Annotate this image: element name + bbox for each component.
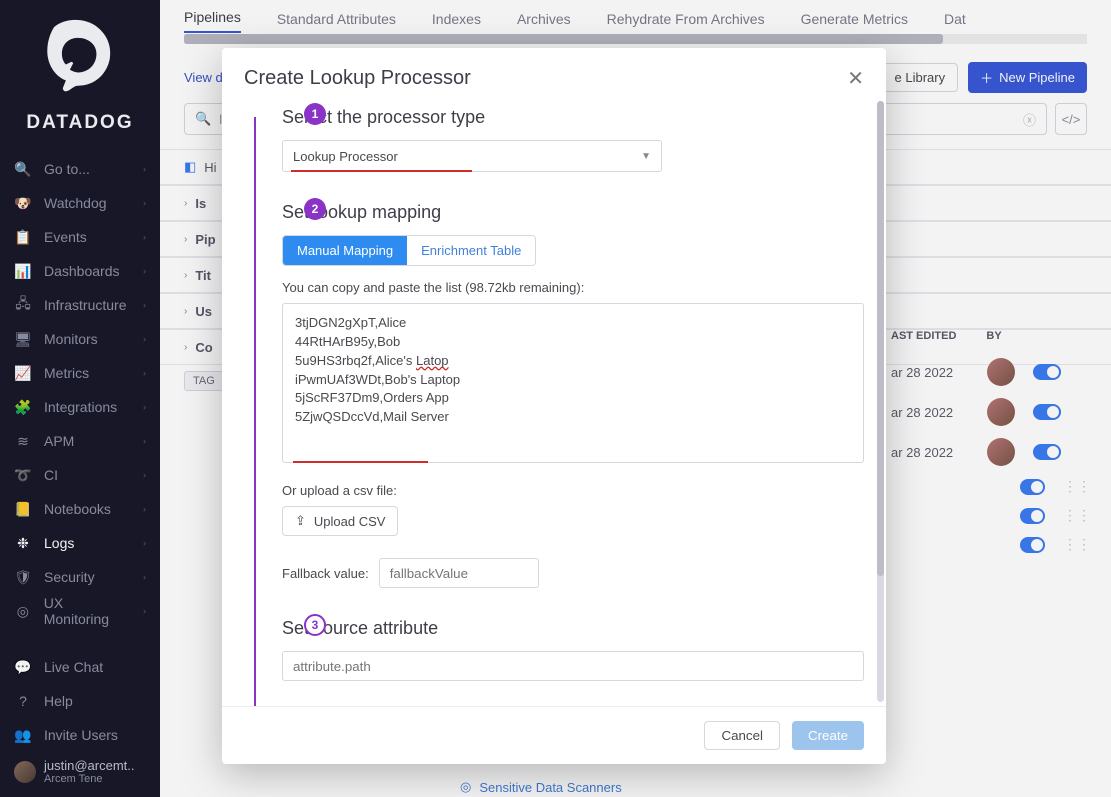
create-lookup-processor-modal: Create Lookup Processor ✕ 1 Select the p… [222, 48, 886, 764]
step-3: 3 Set source attribute [282, 614, 864, 681]
processor-type-select[interactable]: Lookup Processor ▼ [282, 140, 662, 172]
close-icon[interactable]: ✕ [847, 66, 864, 91]
step-1: 1 Select the processor type Lookup Proce… [282, 103, 864, 172]
source-attribute-input[interactable] [282, 651, 864, 681]
upload-hint: Or upload a csv file: [282, 483, 864, 498]
cancel-button[interactable]: Cancel [704, 721, 780, 750]
step-2: 2 Set lookup mapping Manual Mapping Enri… [282, 198, 864, 588]
upload-icon: ⇪ [295, 513, 306, 529]
create-button[interactable]: Create [792, 721, 864, 750]
modal-header: Create Lookup Processor ✕ [222, 48, 886, 97]
upload-csv-button[interactable]: ⇪ Upload CSV [282, 506, 398, 536]
modal-body: 1 Select the processor type Lookup Proce… [222, 97, 886, 706]
step-bullet-2: 2 [304, 198, 326, 220]
step3-title: Set source attribute [282, 618, 864, 639]
chevron-down-icon: ▼ [641, 151, 651, 162]
step1-title: Select the processor type [282, 107, 864, 128]
mapping-mode-segmented: Manual Mapping Enrichment Table [282, 235, 536, 266]
step-line [254, 117, 256, 706]
mapping-textarea[interactable]: 3tjDGN2gXpT,Alice 44RtHArB95y,Bob 5u9HS3… [282, 303, 864, 463]
modal-scrollbar-thumb[interactable] [877, 101, 884, 576]
fallback-label: Fallback value: [282, 566, 369, 581]
step2-title: Set lookup mapping [282, 202, 864, 223]
processor-type-value: Lookup Processor [293, 149, 398, 164]
step-bullet-3: 3 [304, 614, 326, 636]
tab-manual-mapping[interactable]: Manual Mapping [283, 236, 407, 265]
fallback-value-input[interactable] [379, 558, 539, 588]
modal-footer: Cancel Create [222, 706, 886, 764]
mapping-hint: You can copy and paste the list (98.72kb… [282, 280, 864, 295]
step-bullet-1: 1 [304, 103, 326, 125]
modal-title: Create Lookup Processor [244, 67, 471, 90]
tab-enrichment-table[interactable]: Enrichment Table [407, 236, 535, 265]
